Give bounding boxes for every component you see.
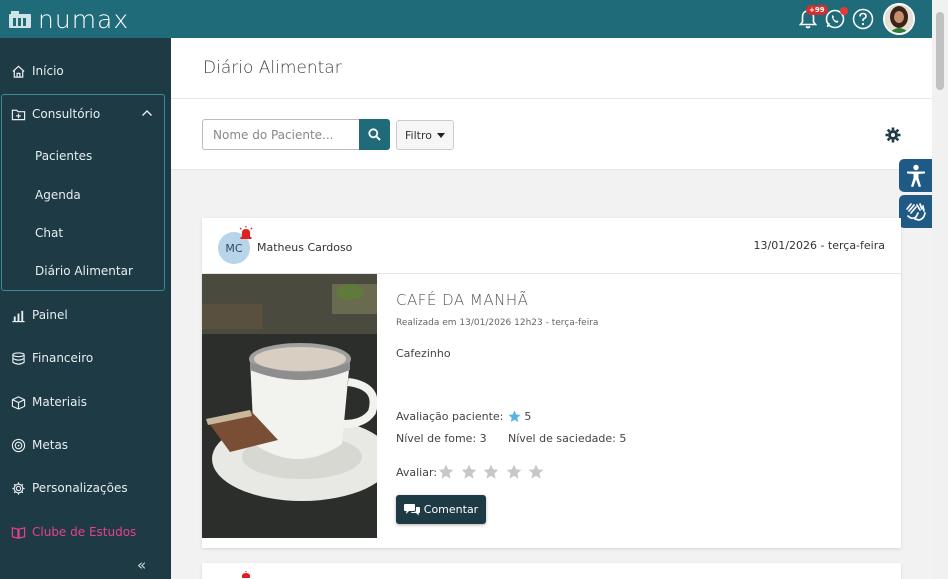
comment-button[interactable]: Comentar [396, 495, 486, 524]
satiety-level: Nível de saciedade: 5 [508, 432, 627, 445]
gear-icon [12, 481, 25, 495]
sidebar-item-label: Painel [32, 308, 68, 322]
app-name: numax [38, 4, 130, 34]
filter-label: Filtro [405, 128, 432, 142]
search-button[interactable] [359, 119, 390, 150]
settings-gear-icon[interactable] [885, 127, 901, 143]
entry-date: 13/01/2026 - terça-feira [753, 239, 885, 252]
patient-search-input[interactable] [202, 119, 361, 150]
sidebar-item-painel[interactable]: Painel [0, 300, 171, 330]
patient-rating-value: 5 [524, 410, 532, 423]
top-bar: numax +99 [0, 0, 948, 38]
sidebar-item-financeiro[interactable]: Financeiro [0, 343, 171, 373]
box-icon [11, 395, 26, 410]
sidebar-subitem-chat[interactable]: Chat [35, 226, 63, 240]
help-button[interactable] [852, 8, 874, 30]
coffee-cup-photo [202, 274, 377, 538]
sidebar-subitem-pacientes[interactable]: Pacientes [35, 149, 92, 163]
patient-rating: Avaliação paciente: 5 [396, 410, 531, 423]
alarm-siren-icon [239, 226, 253, 239]
hunger-level: Nível de fome: 3 [396, 432, 487, 445]
meal-timestamp: Realizada em 13/01/2026 12h23 - terça-fe… [396, 318, 599, 328]
sidebar-item-label: Financeiro [32, 351, 94, 365]
rate-star-icon[interactable] [483, 464, 499, 480]
chevron-up-icon[interactable] [141, 108, 153, 118]
card-header: MC Matheus Cardoso 13/01/2026 - terça-fe… [202, 218, 901, 274]
page-scrollbar[interactable] [932, 0, 948, 579]
question-circle-icon [852, 8, 874, 30]
scrollbar-thumb[interactable] [936, 12, 944, 90]
coins-icon [12, 351, 25, 365]
target-icon [11, 438, 26, 452]
whatsapp-dot-badge [840, 7, 848, 15]
rate-star-icon[interactable] [461, 464, 477, 480]
user-photo-icon [885, 5, 913, 33]
comments-icon [403, 504, 420, 516]
comment-label: Comentar [423, 503, 479, 516]
sidebar-item-inicio[interactable]: Início [0, 56, 171, 86]
diary-entry-card-next [202, 563, 901, 579]
accessibility-person-icon [906, 164, 925, 187]
search-icon [368, 128, 381, 141]
professional-rating: Avaliar: [396, 464, 551, 480]
rate-star-icon[interactable] [438, 464, 454, 480]
patient-initials: MC [225, 241, 243, 255]
accessibility-button[interactable] [899, 159, 932, 192]
book-icon [11, 526, 26, 539]
sidebar-item-personalizacoes[interactable]: Personalizações [0, 473, 171, 503]
patient-name[interactable]: Matheus Cardoso [257, 241, 352, 254]
page-header: Diário Alimentar [171, 38, 932, 98]
sidebar-item-label: Clube de Estudos [32, 525, 137, 539]
home-icon [12, 65, 25, 78]
sidebar-item-materiais[interactable]: Materiais [0, 387, 171, 417]
sidebar-item-metas[interactable]: Metas [0, 430, 171, 460]
sidebar-subitem-agenda[interactable]: Agenda [35, 188, 81, 202]
whatsapp-button[interactable] [824, 7, 848, 30]
sidebar-item-label: Metas [32, 438, 69, 452]
notifications-button[interactable]: +99 [797, 5, 828, 30]
meal-description: Cafezinho [396, 347, 451, 360]
sign-language-hands-icon [905, 202, 926, 221]
star-icon [508, 410, 521, 422]
folder-plus-icon [11, 109, 26, 120]
filter-toolbar: Filtro [171, 98, 932, 170]
sidebar-item-clube-de-estudos[interactable]: Clube de Estudos [0, 517, 171, 547]
patient-rating-label: Avaliação paciente: [396, 410, 504, 423]
filter-dropdown-button[interactable]: Filtro [396, 120, 454, 150]
meal-title: CAFÉ DA MANHÃ [396, 291, 529, 309]
rate-star-icon[interactable] [506, 464, 522, 480]
rating-stars [438, 464, 551, 480]
meal-photo[interactable] [202, 274, 377, 538]
sidebar-subitem-diario-alimentar[interactable]: Diário Alimentar [35, 264, 133, 278]
caret-down-icon [436, 132, 445, 138]
user-avatar[interactable] [883, 3, 915, 35]
sidebar: Início Consultório Pacientes Agenda Chat… [0, 38, 171, 579]
diary-entry-card: MC Matheus Cardoso 13/01/2026 - terça-fe… [202, 218, 901, 548]
sign-language-button[interactable] [899, 195, 932, 228]
sidebar-item-label: Consultório [32, 107, 101, 121]
rate-star-icon[interactable] [528, 464, 544, 480]
rate-label: Avaliar: [396, 465, 438, 479]
sidebar-item-label: Personalizações [32, 481, 128, 495]
alarm-siren-icon [242, 571, 250, 578]
collapse-sidebar-button[interactable]: « [137, 556, 146, 574]
sidebar-item-label: Início [32, 64, 64, 78]
chart-icon [12, 310, 25, 322]
numax-logo-icon [9, 11, 31, 28]
page-title: Diário Alimentar [203, 58, 342, 78]
brand[interactable]: numax [8, 4, 129, 34]
sidebar-item-label: Materiais [32, 395, 88, 409]
